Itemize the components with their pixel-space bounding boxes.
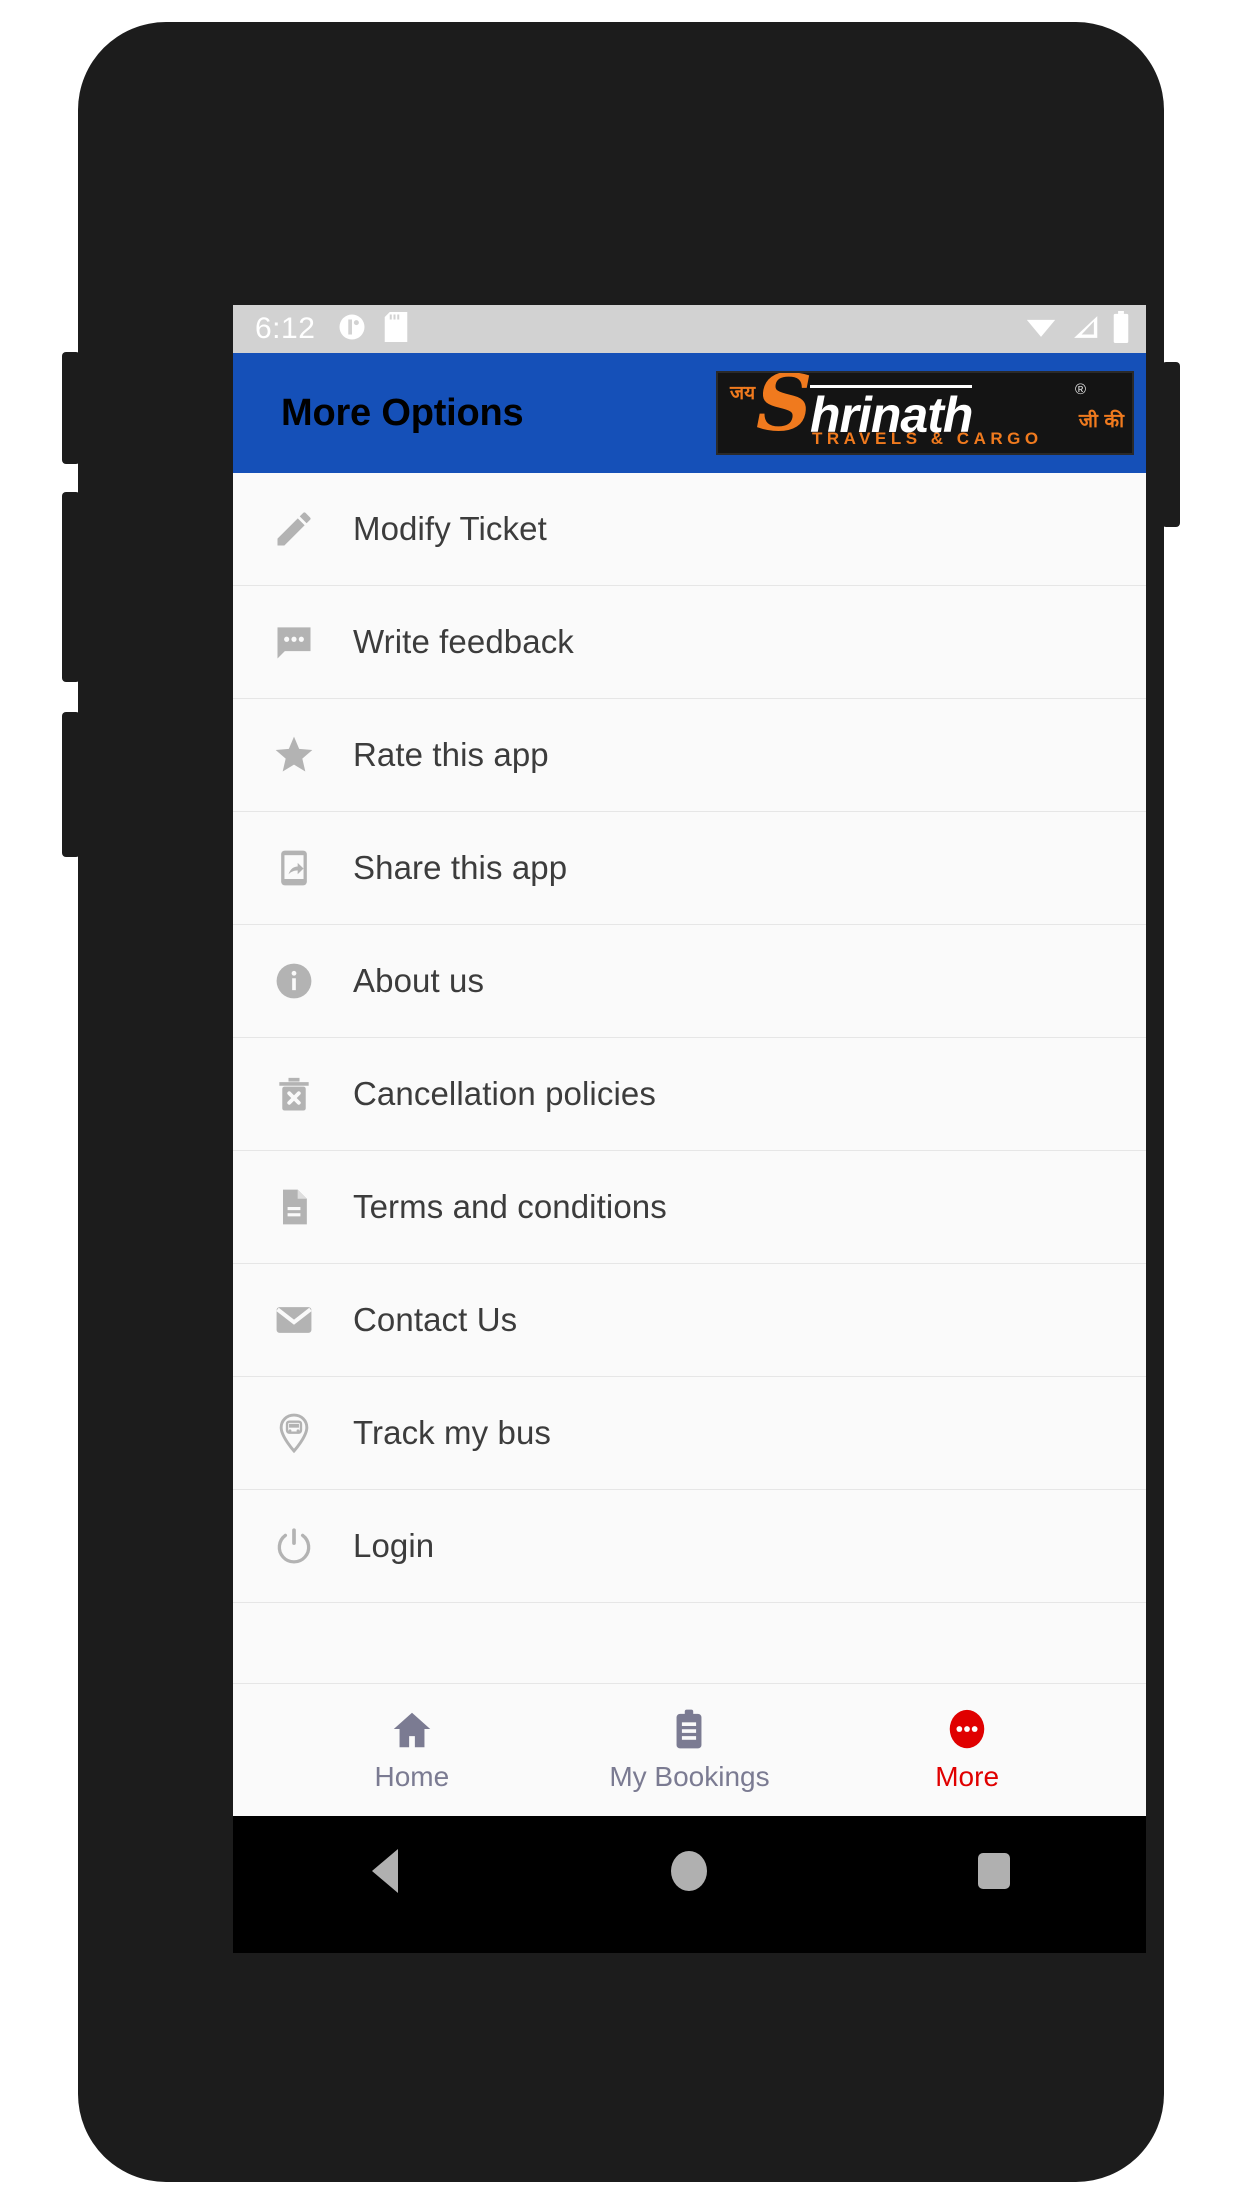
share-phone-icon	[271, 845, 317, 891]
logo-jai-text: जय	[730, 382, 756, 404]
menu-item-label: Rate this app	[353, 736, 549, 773]
app-circle-icon	[337, 312, 367, 347]
envelope-icon	[271, 1297, 317, 1343]
battery-icon	[1112, 310, 1130, 348]
brand-logo: जय S hrinath ® जी की TRAVELS & CARGO	[716, 371, 1134, 455]
clipboard-icon	[666, 1707, 712, 1753]
menu-item-label: Cancellation policies	[353, 1075, 656, 1112]
pencil-icon	[271, 506, 317, 552]
star-icon	[271, 732, 317, 778]
menu-item-label: About us	[353, 962, 485, 999]
menu-item-label: Terms and conditions	[353, 1188, 667, 1225]
power-icon	[271, 1523, 317, 1569]
home-icon	[389, 1707, 435, 1753]
android-navigation-bar	[233, 1816, 1146, 1926]
nav-tab-label: More	[935, 1761, 1000, 1792]
menu-item-write-feedback[interactable]: Write feedback	[233, 586, 1146, 699]
map-pin-bus-icon	[271, 1410, 317, 1456]
page-title: More Options	[281, 391, 524, 434]
document-icon	[271, 1184, 317, 1230]
menu-item-label: Contact Us	[353, 1301, 518, 1338]
home-button[interactable]	[629, 1851, 749, 1891]
volume-up-button[interactable]	[62, 352, 80, 464]
cellular-signal-icon	[1070, 312, 1100, 347]
logo-registered-mark: ®	[1074, 381, 1086, 398]
phone-screen: 6:12 More Options जय S hrinath ® जी की T…	[233, 305, 1146, 1953]
status-bar-clock: 6:12	[255, 312, 316, 345]
back-button[interactable]	[325, 1849, 445, 1893]
menu-item-label: Track my bus	[353, 1414, 552, 1451]
menu-item-label: Write feedback	[353, 623, 574, 660]
phone-frame: 6:12 More Options जय S hrinath ® जी की T…	[62, 22, 1180, 2182]
menu-item-label: Modify Ticket	[353, 510, 547, 547]
menu-item-label: Login	[353, 1527, 435, 1564]
menu-item-contact-us[interactable]: Contact Us	[233, 1264, 1146, 1377]
logo-initial-letter: S	[756, 371, 813, 449]
app-bar: More Options जय S hrinath ® जी की TRAVEL…	[233, 353, 1146, 473]
logo-jiki-text: जी की	[1078, 410, 1124, 432]
menu-item-rate-this-app[interactable]: Rate this app	[233, 699, 1146, 812]
power-button[interactable]	[1162, 362, 1180, 527]
nav-tab-home[interactable]: Home	[312, 1707, 512, 1793]
nav-tab-more[interactable]: More	[867, 1707, 1067, 1793]
list-empty-space	[233, 1603, 1146, 1683]
info-circle-icon	[271, 958, 317, 1004]
nav-tab-label: My Bookings	[609, 1761, 770, 1792]
nav-tab-my-bookings[interactable]: My Bookings	[589, 1707, 789, 1793]
menu-item-about-us[interactable]: About us	[233, 925, 1146, 1038]
menu-item-track-my-bus[interactable]: Track my bus	[233, 1377, 1146, 1490]
menu-item-cancellation-policies[interactable]: Cancellation policies	[233, 1038, 1146, 1151]
menu-item-label: Share this app	[353, 849, 568, 886]
bottom-navigation-bar: Home My Bookings More	[233, 1683, 1146, 1816]
status-bar: 6:12	[233, 305, 1146, 353]
status-bar-left-icons	[337, 311, 409, 347]
volume-down-button[interactable]	[62, 492, 80, 682]
trash-x-icon	[271, 1071, 317, 1117]
logo-tagline: TRAVELS & CARGO	[812, 429, 1043, 448]
menu-item-terms-and-conditions[interactable]: Terms and conditions	[233, 1151, 1146, 1264]
status-bar-right-icons	[1024, 310, 1130, 348]
menu-item-share-this-app[interactable]: Share this app	[233, 812, 1146, 925]
recents-button[interactable]	[934, 1853, 1054, 1889]
extra-side-button[interactable]	[62, 712, 80, 857]
menu-item-modify-ticket[interactable]: Modify Ticket	[233, 473, 1146, 586]
menu-item-login[interactable]: Login	[233, 1490, 1146, 1603]
more-options-list: Modify Ticket Write feedback Rate this a…	[233, 473, 1146, 1683]
more-dots-icon	[944, 1707, 990, 1753]
nav-tab-label: Home	[374, 1761, 450, 1792]
sd-card-icon	[383, 311, 409, 347]
wifi-icon	[1024, 312, 1058, 347]
chat-bubble-icon	[271, 619, 317, 665]
